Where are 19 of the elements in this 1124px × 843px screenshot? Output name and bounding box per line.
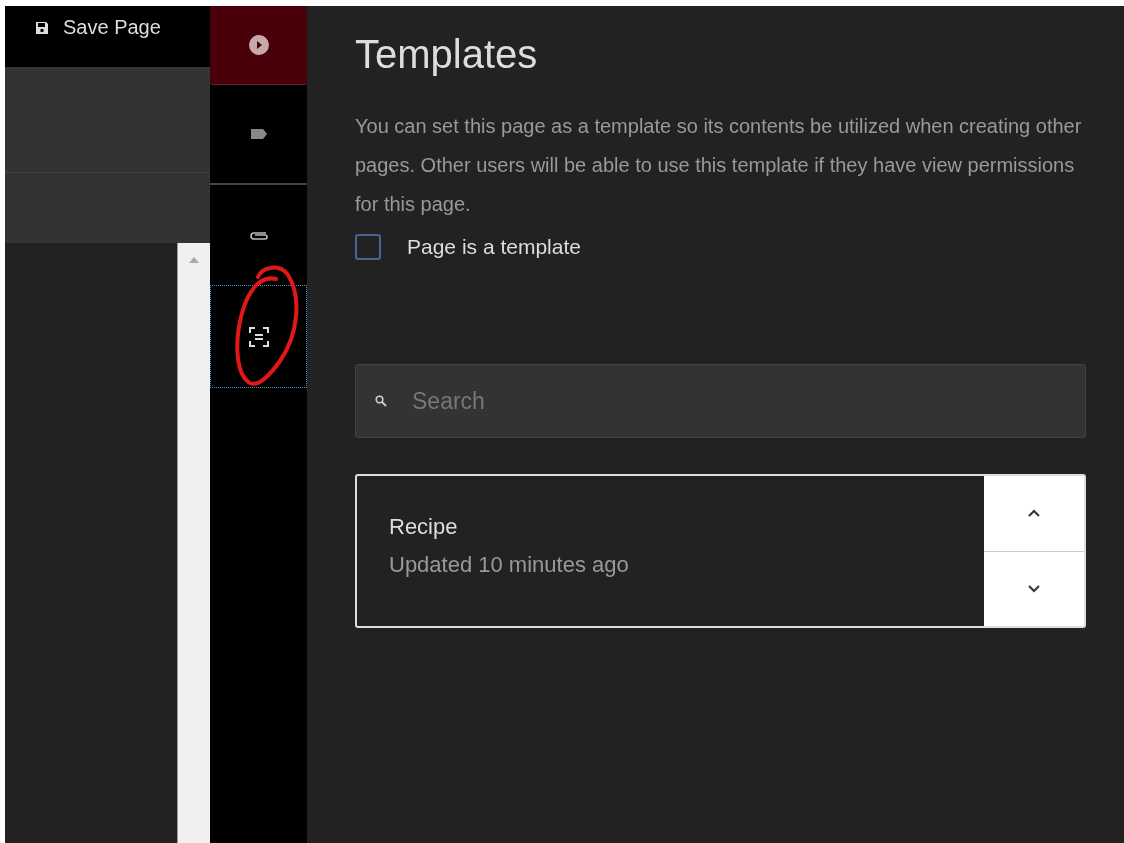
template-name: Recipe bbox=[389, 514, 459, 540]
search-field[interactable]: Search bbox=[355, 364, 1086, 438]
toolbar-button[interactable] bbox=[210, 6, 307, 85]
toolbar-button[interactable] bbox=[210, 285, 307, 388]
panel-title: Templates bbox=[355, 32, 539, 77]
search-icon bbox=[375, 395, 387, 407]
scrollbar[interactable] bbox=[177, 243, 210, 843]
template-checkbox[interactable] bbox=[355, 234, 381, 260]
chevron-up-icon bbox=[1028, 509, 1040, 518]
play-icon bbox=[248, 35, 269, 55]
checkbox-label[interactable]: Page is a template bbox=[407, 235, 581, 259]
save-icon bbox=[35, 20, 49, 35]
template-updated-time: Updated 10 minutes ago bbox=[389, 552, 630, 578]
paperclip-icon bbox=[248, 229, 269, 241]
scroll-up-arrow-icon[interactable] bbox=[189, 257, 199, 263]
chevron-down-icon bbox=[1028, 584, 1040, 593]
panel-description: You can set this page as a template so its contents be utilized when creating other pages. Other users will be able to use this template if they have view permissions for this page. bbox=[355, 114, 1083, 217]
tag-icon bbox=[249, 128, 268, 140]
template-icon bbox=[247, 325, 270, 348]
